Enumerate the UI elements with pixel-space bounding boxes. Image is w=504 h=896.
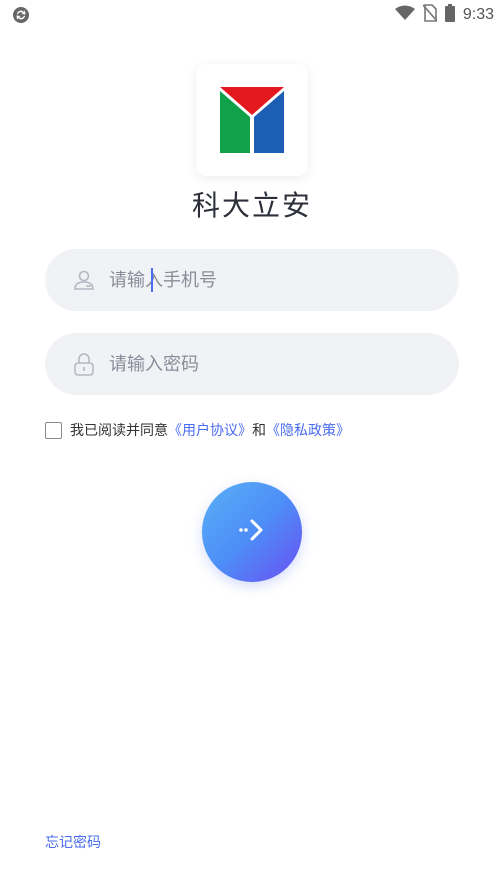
phone-field[interactable] <box>45 249 459 311</box>
status-bar: 9:33 <box>0 0 504 30</box>
forgot-password-link[interactable]: 忘记密码 <box>45 832 101 852</box>
login-button[interactable] <box>202 482 302 582</box>
agreement-checkbox[interactable] <box>45 421 62 439</box>
no-sim-icon <box>422 4 438 26</box>
password-input[interactable] <box>107 352 411 376</box>
arrow-right-icon <box>237 515 267 549</box>
agreement-prefix: 我已阅读并同意 <box>70 423 168 439</box>
app-logo <box>196 64 308 176</box>
privacy-policy-link[interactable]: 《隐私政策》 <box>266 420 350 440</box>
wifi-icon <box>394 5 415 25</box>
app-title: 科大立安 <box>191 189 312 222</box>
sync-icon <box>12 6 30 24</box>
agreement-and: 和 <box>252 423 266 439</box>
user-agreement-link[interactable]: 《用户协议》 <box>168 420 252 440</box>
agreement-row: 我已阅读并同意 《用户协议》 和 《隐私政策》 <box>45 420 350 440</box>
status-time: 9:33 <box>462 6 494 23</box>
password-field[interactable] <box>45 333 459 395</box>
user-icon <box>73 268 95 292</box>
battery-icon <box>444 4 455 26</box>
lock-icon <box>73 352 95 376</box>
text-cursor <box>151 268 153 292</box>
